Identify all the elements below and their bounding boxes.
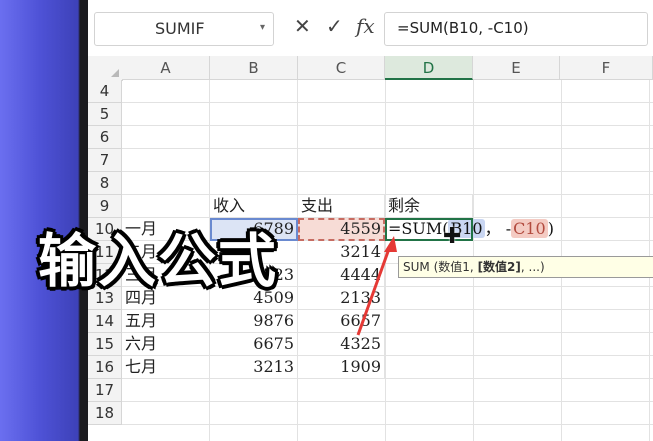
- spreadsheet-screen: SUMIF ▾ ✕ ✓ fx =SUM(B10, -C10) A B C D E…: [88, 0, 653, 441]
- arrow-shaft: [356, 245, 392, 336]
- fill-cursor-icon: ✚: [443, 224, 462, 249]
- arrow-head: [384, 236, 397, 252]
- overlay-caption: 输入公式: [38, 227, 279, 295]
- annotation-arrow: [356, 236, 397, 336]
